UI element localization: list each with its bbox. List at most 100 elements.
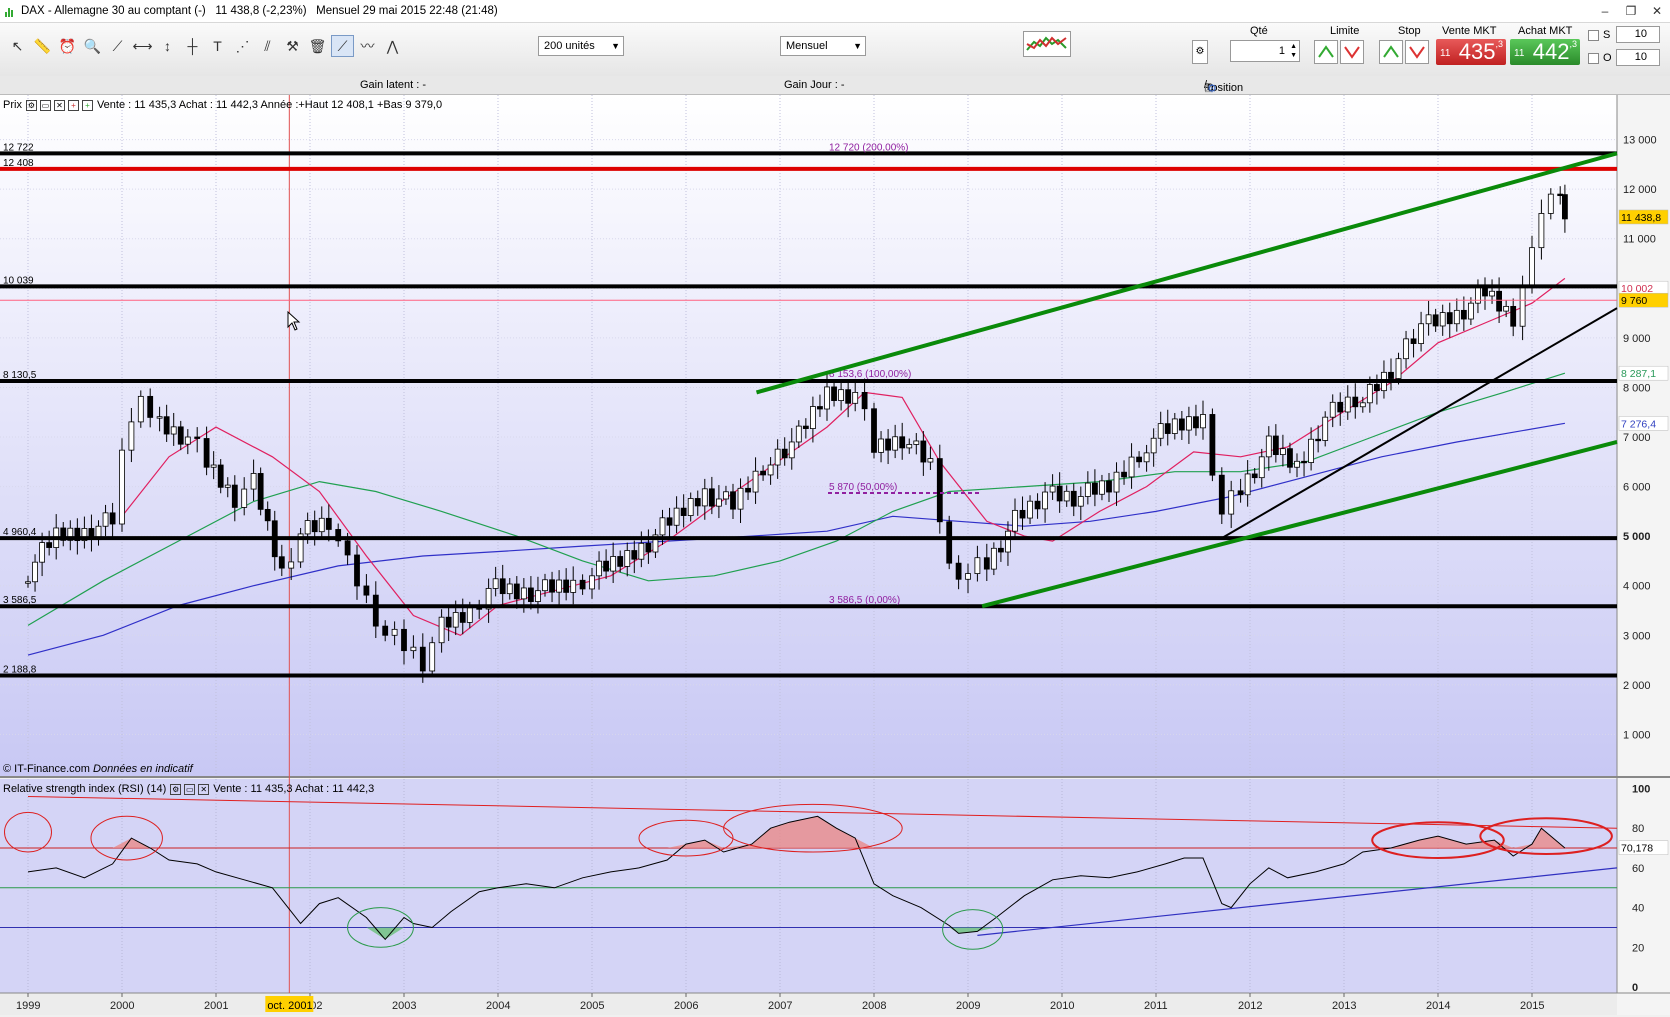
close-icon[interactable]: ✕ bbox=[53, 99, 65, 111]
candle-body bbox=[410, 646, 417, 652]
pattern-icon[interactable]: ⋀ bbox=[381, 35, 404, 57]
candle-body bbox=[589, 575, 595, 590]
candle-body bbox=[708, 488, 715, 507]
rsi-tick-label: 0 bbox=[1632, 982, 1638, 994]
candle-body bbox=[638, 542, 645, 560]
candle-body bbox=[535, 590, 541, 602]
candle-body bbox=[1562, 194, 1568, 220]
pointer-icon[interactable]: ↖ bbox=[6, 35, 29, 57]
minimize-icon[interactable]: ‒ bbox=[1592, 0, 1618, 22]
s-input[interactable]: 10 bbox=[1616, 26, 1660, 43]
axis-marker-label: 11 438,8 bbox=[1621, 212, 1661, 224]
candle-body bbox=[459, 612, 466, 623]
zoom-icon[interactable]: 🔍 bbox=[81, 35, 104, 57]
rsi-label: Relative strength index (RSI) (14) bbox=[3, 783, 167, 795]
stop-sell-button[interactable] bbox=[1405, 40, 1429, 64]
units-select[interactable]: 200 unités ▼ bbox=[538, 36, 624, 56]
segment-icon[interactable]: ⟋ bbox=[106, 35, 129, 57]
candle-body bbox=[137, 395, 144, 423]
candle-body bbox=[1084, 482, 1091, 497]
candle-body bbox=[610, 556, 617, 572]
app-logo-icon bbox=[5, 5, 15, 17]
candle-body bbox=[1468, 302, 1474, 320]
candle-body bbox=[304, 520, 311, 535]
candle-body bbox=[241, 488, 248, 508]
period-select[interactable]: Mensuel ▼ bbox=[780, 36, 866, 56]
trash-icon[interactable]: 🗑 bbox=[306, 35, 329, 57]
candle-body bbox=[318, 517, 325, 533]
candle-body bbox=[570, 579, 577, 593]
candle-body bbox=[419, 646, 426, 672]
add-icon[interactable]: + bbox=[67, 99, 79, 111]
candle-body bbox=[1077, 496, 1084, 507]
window-icon[interactable]: ▭ bbox=[39, 99, 51, 111]
limit-sell-button[interactable] bbox=[1340, 40, 1364, 64]
candle-body bbox=[1432, 314, 1439, 327]
close-icon[interactable]: ✕ bbox=[198, 783, 210, 795]
trendline-icon[interactable]: ⟋ bbox=[331, 35, 354, 57]
candle-body bbox=[1209, 414, 1216, 476]
year-label: 2008 bbox=[862, 1000, 886, 1012]
fibonacci-icon[interactable]: ⋰ bbox=[231, 35, 254, 57]
candle-body bbox=[363, 585, 370, 596]
horizontal-line-icon[interactable]: ⟷ bbox=[131, 35, 154, 57]
buy-market-button[interactable]: 11 442,3 bbox=[1510, 39, 1580, 65]
price-tick-label: 4 000 bbox=[1623, 581, 1651, 593]
vertical-line-icon[interactable]: ↕ bbox=[156, 35, 179, 57]
candle-body bbox=[1063, 490, 1070, 502]
expand-icon[interactable]: + bbox=[81, 99, 93, 111]
candle-body bbox=[645, 542, 652, 553]
candle-body bbox=[278, 556, 285, 569]
candle-body bbox=[170, 426, 177, 435]
candle-body bbox=[452, 612, 459, 628]
candle-body bbox=[563, 579, 570, 593]
chart-type-button[interactable] bbox=[1023, 31, 1071, 57]
qty-input[interactable]: 1 ▲ ▼ bbox=[1230, 40, 1300, 62]
limit-buy-button[interactable] bbox=[1314, 40, 1338, 64]
candle-body bbox=[974, 557, 981, 574]
window-icon[interactable]: ▭ bbox=[184, 783, 196, 795]
wrench-icon[interactable]: ⚙ bbox=[25, 99, 37, 111]
candle-body bbox=[998, 547, 1004, 553]
pitchfork-icon[interactable]: ⚒ bbox=[281, 35, 304, 57]
year-label: 2007 bbox=[768, 1000, 792, 1012]
year-label: 2001 bbox=[204, 1000, 228, 1012]
sell-market-button[interactable]: 11 435,3 bbox=[1436, 39, 1506, 65]
alarm-icon[interactable]: ⏰ bbox=[56, 35, 79, 57]
stop-buy-button[interactable] bbox=[1379, 40, 1403, 64]
candle-body bbox=[1056, 485, 1063, 502]
candle-body bbox=[264, 508, 271, 522]
candle-body bbox=[1344, 396, 1351, 413]
candle-body bbox=[1287, 448, 1293, 468]
wave-icon[interactable]: 〰 bbox=[356, 35, 379, 57]
candle-body bbox=[603, 560, 609, 572]
candle-body bbox=[1294, 460, 1300, 468]
rsi-tick-label: 100 bbox=[1632, 784, 1650, 796]
channel-icon[interactable]: ⫽ bbox=[256, 35, 279, 57]
candle-body bbox=[1503, 305, 1510, 312]
candle-body bbox=[927, 458, 934, 463]
o-option[interactable]: O 10 bbox=[1588, 49, 1660, 66]
fib-label: 3 586,5 (0,00%) bbox=[829, 595, 900, 606]
price-label: Prix bbox=[3, 99, 22, 111]
s-option[interactable]: S 10 bbox=[1588, 26, 1660, 43]
close-icon[interactable]: ✕ bbox=[1644, 0, 1670, 22]
chart-area[interactable]: 1 000 2 000 3 000 4 000 5 000 6 000 7 000 8 000… bbox=[0, 95, 1670, 1017]
maximize-icon[interactable]: ❐ bbox=[1618, 0, 1644, 22]
candle-body bbox=[46, 542, 53, 548]
candle-body bbox=[1425, 314, 1432, 325]
candle-body bbox=[955, 562, 962, 580]
ruler-icon[interactable]: 📏 bbox=[31, 35, 54, 57]
wrench-icon[interactable]: ⚙ bbox=[1192, 40, 1208, 64]
candle-body bbox=[817, 406, 823, 410]
candle-body bbox=[520, 587, 527, 600]
text-icon[interactable]: T bbox=[206, 35, 229, 57]
gain-jour: Gain Jour : - bbox=[784, 79, 845, 91]
wrench-icon[interactable]: ⚙ bbox=[170, 783, 182, 795]
candle-body bbox=[624, 550, 631, 567]
candle-body bbox=[936, 458, 943, 523]
o-input[interactable]: 10 bbox=[1616, 49, 1660, 66]
candle-body bbox=[354, 554, 360, 587]
candle-body bbox=[666, 517, 673, 526]
cross-icon[interactable]: ┼ bbox=[181, 35, 204, 57]
